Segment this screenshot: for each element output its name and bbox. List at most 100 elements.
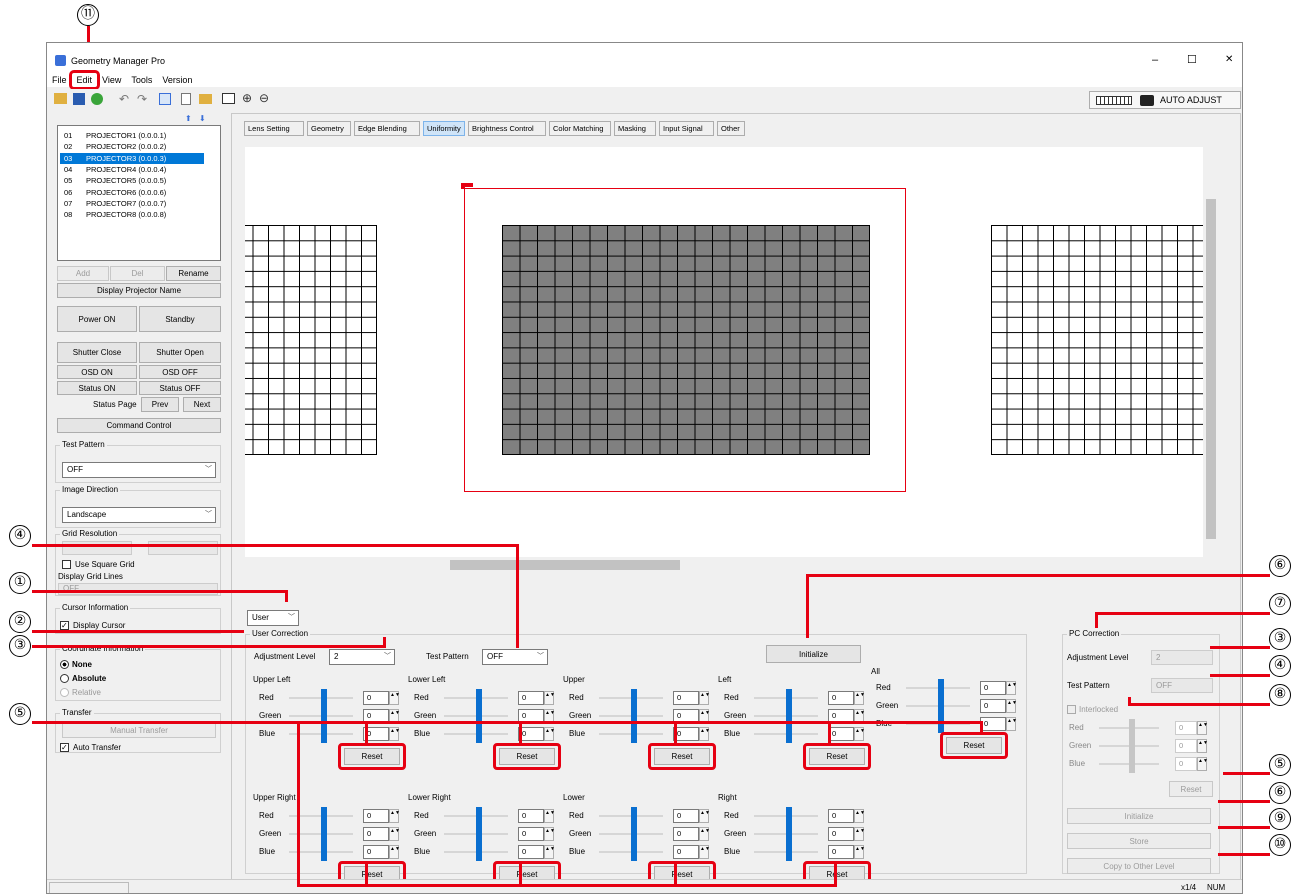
pc-adjustment-level-select[interactable]: 2 [1151,650,1213,665]
auto-adjust-button[interactable]: AUTO ADJUST [1089,91,1241,109]
blue-slider-thumb[interactable] [938,715,944,733]
absolute-radio[interactable] [60,674,69,683]
blue-slider-thumb[interactable] [476,843,482,861]
move-up-icon[interactable]: ⬆ [185,114,192,123]
pc-green-thumb[interactable] [1129,737,1135,755]
tab-color-matching[interactable]: Color Matching [549,121,611,136]
command-control-button[interactable]: Command Control [57,418,221,433]
next-button[interactable]: Next [183,397,221,412]
status-off-button[interactable]: Status OFF [139,381,221,395]
test-pattern-select[interactable]: OFF ﹀ [62,462,216,478]
red-slider-thumb[interactable] [631,689,637,707]
projector-list-item[interactable]: 01 PROJECTOR1 (0.0.0.1) [60,130,204,141]
test-pattern-select-main[interactable]: OFF ﹀ [482,649,548,665]
blue-value[interactable]: 0 [828,727,854,741]
blue-value[interactable]: 0 [673,845,699,859]
use-square-grid-checkbox[interactable] [62,560,71,569]
pc-blue-spinner[interactable]: ▲▼ [1197,757,1208,771]
pc-blue-value[interactable]: 0 [1175,757,1197,771]
power-on-button[interactable]: Power ON [57,306,137,332]
menu-file[interactable]: File [47,73,72,87]
display-cursor-checkbox[interactable]: ✓ [60,621,69,630]
open-icon[interactable] [54,93,67,104]
standby-button[interactable]: Standby [139,306,221,332]
blue-spinner[interactable]: ▲▼ [389,845,400,859]
red-slider-thumb[interactable] [476,807,482,825]
red-spinner[interactable]: ▲▼ [544,809,555,823]
folder-icon[interactable] [199,94,212,104]
red-value[interactable]: 0 [828,809,854,823]
adjustment-level-select[interactable]: 2 ﹀ [329,649,395,665]
menu-tools[interactable]: Tools [126,73,157,87]
menu-view[interactable]: View [97,73,126,87]
del-button[interactable]: Del [110,266,165,281]
green-spinner[interactable]: ▲▼ [544,827,555,841]
blue-slider-thumb[interactable] [631,725,637,743]
pc-reset-button[interactable]: Reset [1169,781,1213,797]
undo-icon[interactable]: ↶ [119,92,129,106]
move-down-icon[interactable]: ⬇ [199,114,206,123]
blue-spinner[interactable]: ▲▼ [699,845,710,859]
tab-edge-blending[interactable]: Edge Blending [354,121,420,136]
pc-initialize-button[interactable]: Initialize [1067,808,1211,824]
grid-lines-select[interactable]: OFF [58,583,218,595]
green-slider-thumb[interactable] [786,825,792,843]
save-icon[interactable] [73,93,85,105]
pc-green-value[interactable]: 0 [1175,739,1197,753]
osd-off-button[interactable]: OSD OFF [139,365,221,379]
projector-list-item[interactable]: 03 PROJECTOR3 (0.0.0.3) [60,152,204,164]
red-value[interactable]: 0 [518,691,544,705]
red-slider-thumb[interactable] [631,807,637,825]
vertical-scroll-thumb[interactable] [1206,199,1216,539]
blue-spinner[interactable]: ▲▼ [854,727,865,741]
none-radio[interactable] [60,660,69,669]
projector-list[interactable]: 01 PROJECTOR1 (0.0.0.1) 02 PROJECTOR2 (0.0.… [57,125,221,261]
shutter-close-button[interactable]: Shutter Close [57,342,137,363]
shutter-open-button[interactable]: Shutter Open [139,342,221,363]
blue-slider-thumb[interactable] [786,843,792,861]
menu-version[interactable]: Version [157,73,197,87]
green-spinner[interactable]: ▲▼ [1006,699,1017,713]
green-value[interactable]: 0 [673,827,699,841]
blue-value[interactable]: 0 [828,845,854,859]
red-slider-thumb[interactable] [321,689,327,707]
red-value[interactable]: 0 [518,809,544,823]
green-value[interactable]: 0 [980,699,1006,713]
minimize-button[interactable]: – [1152,54,1158,66]
new-icon[interactable] [181,93,191,105]
blue-spinner[interactable]: ▲▼ [544,845,555,859]
red-spinner[interactable]: ▲▼ [699,809,710,823]
green-value[interactable]: 0 [363,827,389,841]
tab-brightness-control[interactable]: Brightness Control [468,121,546,136]
interlocked-checkbox[interactable] [1067,705,1076,714]
blue-spinner[interactable]: ▲▼ [699,727,710,741]
display-projector-name-button[interactable]: Display Projector Name [57,283,221,298]
green-value[interactable]: 0 [828,827,854,841]
grid-icon[interactable] [159,93,171,105]
red-spinner[interactable]: ▲▼ [699,691,710,705]
blue-spinner[interactable]: ▲▼ [389,727,400,741]
blue-value[interactable]: 0 [363,845,389,859]
add-button[interactable]: Add [57,266,109,281]
red-spinner[interactable]: ▲▼ [389,809,400,823]
maximize-button[interactable]: ☐ [1187,53,1197,66]
projector-list-item[interactable]: 08 PROJECTOR8 (0.0.0.8) [60,209,204,220]
horizontal-scroll-thumb[interactable] [450,560,680,570]
green-slider-thumb[interactable] [938,697,944,715]
pc-red-value[interactable]: 0 [1175,721,1197,735]
tab-geometry[interactable]: Geometry [307,121,351,136]
pc-green-spinner[interactable]: ▲▼ [1197,739,1208,753]
projector-list-item[interactable]: 04 PROJECTOR4 (0.0.0.4) [60,164,204,175]
pc-blue-thumb[interactable] [1129,755,1135,773]
blue-spinner[interactable]: ▲▼ [544,727,555,741]
auto-transfer-checkbox[interactable]: ✓ [60,743,69,752]
manual-transfer-button[interactable]: Manual Transfer [62,723,216,738]
zoom-in-icon[interactable]: ⊕ [242,91,252,105]
green-spinner[interactable]: ▲▼ [854,827,865,841]
red-value[interactable]: 0 [363,691,389,705]
red-slider-thumb[interactable] [321,807,327,825]
pc-red-thumb[interactable] [1129,719,1135,737]
red-slider-thumb[interactable] [786,807,792,825]
vertical-scrollbar[interactable] [1203,147,1219,573]
red-slider-thumb[interactable] [786,689,792,707]
